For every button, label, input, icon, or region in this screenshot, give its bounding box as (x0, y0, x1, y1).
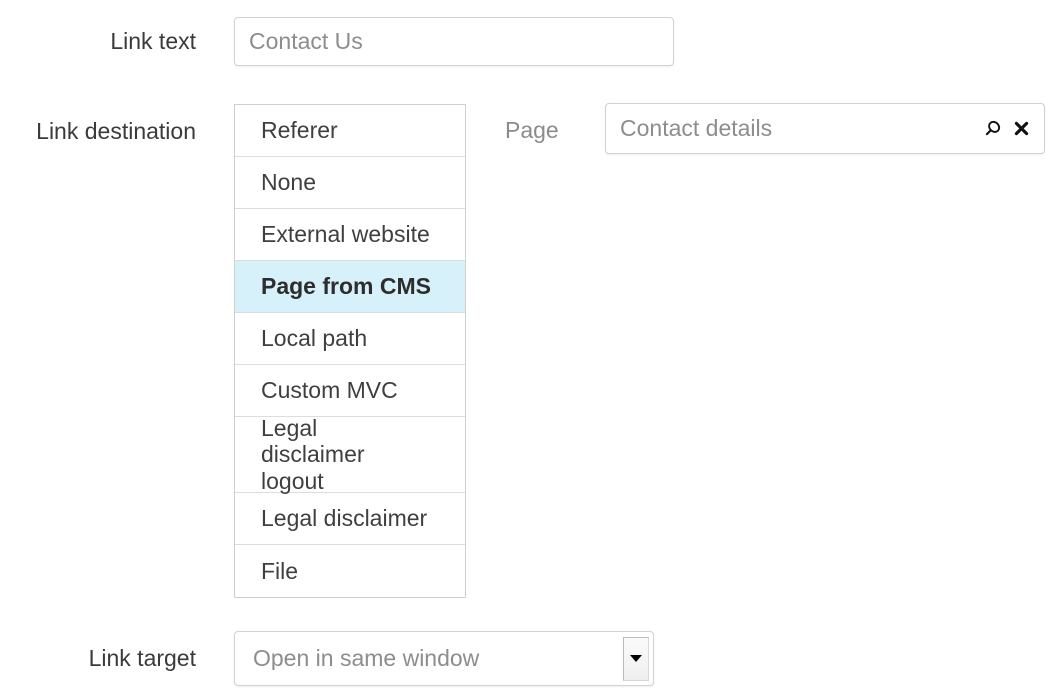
page-label: Page (505, 117, 559, 143)
listbox-option-local-path[interactable]: Local path (235, 313, 465, 365)
option-label: External website (261, 221, 430, 248)
option-label: None (261, 169, 316, 196)
chevron-down-icon[interactable] (623, 636, 649, 681)
page-value[interactable]: Contact details (606, 117, 983, 140)
listbox-option-page-from-cms[interactable]: Page from CMS (235, 261, 465, 313)
option-label: Local path (261, 325, 368, 352)
listbox-option-external-website[interactable]: External website (235, 209, 465, 261)
link-text-value[interactable]: Contact Us (235, 30, 673, 53)
option-label: File (261, 557, 299, 584)
link-target-value: Open in same window (253, 647, 480, 670)
link-target-select[interactable]: Open in same window (234, 631, 654, 686)
listbox-option-file[interactable]: File (235, 545, 465, 597)
page-input-icons (983, 119, 1044, 138)
option-label: Legal disclaimer (261, 505, 428, 532)
page-input[interactable]: Contact details (605, 103, 1045, 154)
listbox-option-legal-disclaimer[interactable]: Legal disclaimer (235, 493, 465, 545)
link-destination-listbox[interactable]: Referer None External website Page from … (234, 104, 466, 598)
link-destination-label: Link destination (36, 118, 196, 144)
clear-icon[interactable] (1013, 120, 1030, 137)
link-text-label: Link text (110, 28, 196, 54)
listbox-option-legal-disclaimer-logout[interactable]: Legal disclaimer logout (235, 414, 465, 494)
link-text-input[interactable]: Contact Us (234, 17, 674, 66)
option-label: Referer (261, 117, 338, 144)
listbox-option-none[interactable]: None (235, 157, 465, 209)
search-icon[interactable] (983, 119, 1002, 138)
option-label: Custom MVC (261, 377, 398, 404)
option-label: Page from CMS (261, 273, 431, 300)
option-label: Legal disclaimer logout (261, 414, 365, 494)
listbox-option-custom-mvc[interactable]: Custom MVC (235, 365, 465, 417)
link-target-label: Link target (88, 645, 196, 671)
listbox-option-referer[interactable]: Referer (235, 105, 465, 157)
